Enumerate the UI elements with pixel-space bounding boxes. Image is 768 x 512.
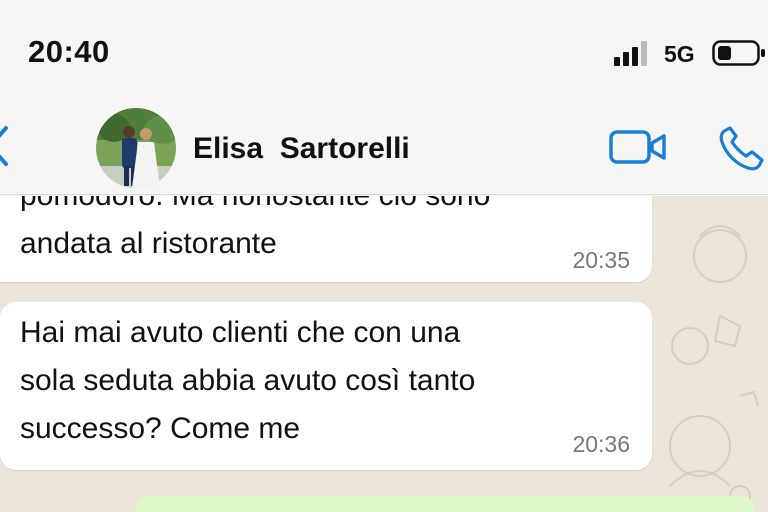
message-time: 20:35	[572, 247, 630, 273]
signal-icon	[614, 40, 654, 66]
message-text: pomodoro. Ma nonostante ciò sono andata …	[20, 196, 490, 260]
network-label: 5G	[664, 41, 695, 67]
contact-name[interactable]: Elisa Sartorelli	[193, 132, 410, 166]
message-time: 20:36	[572, 431, 630, 457]
video-call-icon[interactable]	[608, 128, 668, 166]
message-text: Hai mai avuto clienti che con una sola s…	[20, 316, 476, 445]
status-time: 20:40	[28, 34, 110, 69]
back-chevron-icon[interactable]	[0, 118, 16, 174]
message-bubble[interactable]: pomodoro. Ma nonostante ciò sono andata …	[0, 196, 652, 282]
phone-icon[interactable]	[716, 124, 768, 172]
battery-icon	[712, 40, 765, 66]
chat-header: Elisa Sartorelli	[0, 100, 768, 195]
outgoing-message-bubble[interactable]	[135, 496, 755, 512]
chat-area: pomodoro. Ma nonostante ciò sono andata …	[0, 196, 768, 512]
avatar[interactable]	[96, 108, 176, 188]
message-bubble[interactable]: Hai mai avuto clienti che con una sola s…	[0, 302, 652, 470]
status-bar: 20:40 5G	[0, 0, 768, 100]
